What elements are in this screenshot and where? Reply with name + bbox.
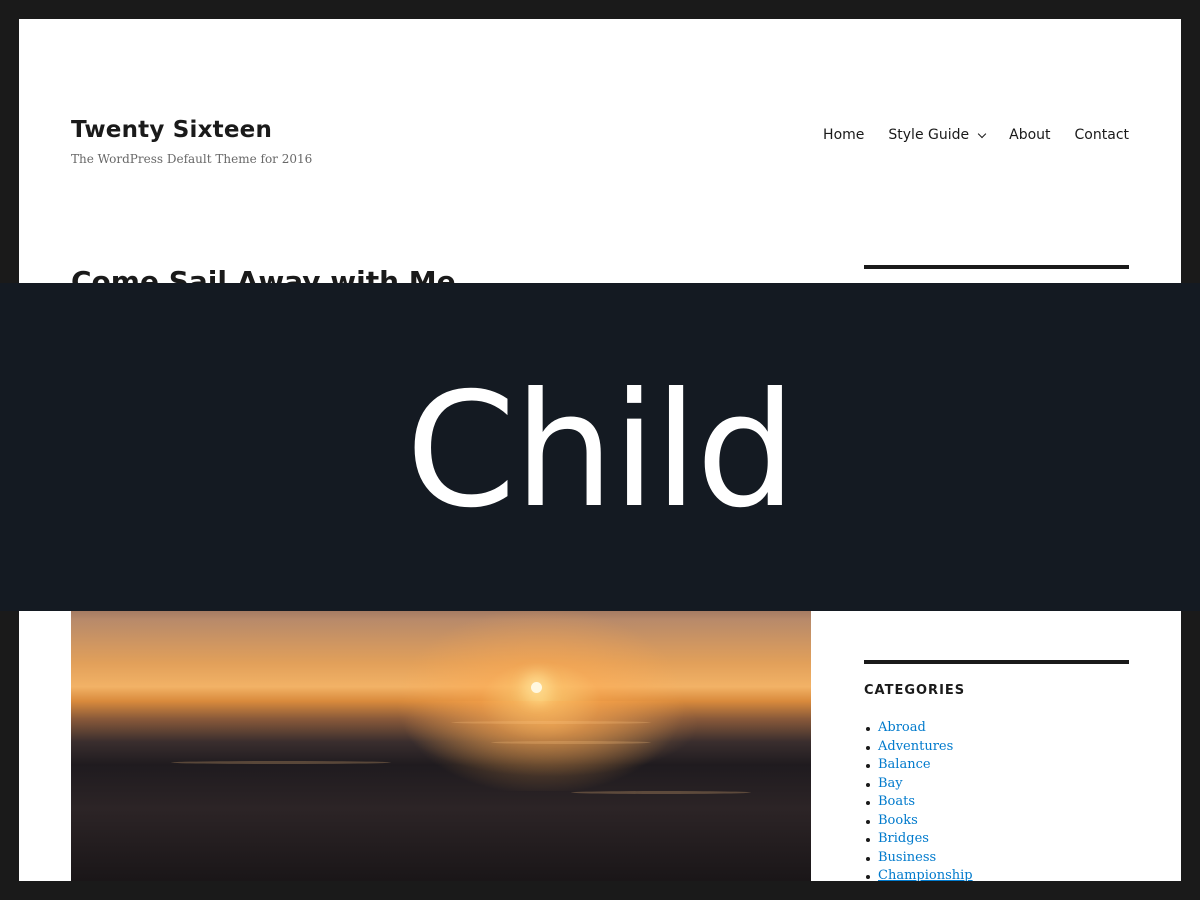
- list-item: Balance: [864, 756, 973, 775]
- nav-item-home[interactable]: Home: [823, 127, 864, 143]
- wave-highlight: [491, 741, 651, 744]
- wave-highlight: [571, 791, 751, 794]
- widget-divider: [864, 265, 1129, 269]
- category-link[interactable]: Books: [878, 813, 918, 828]
- list-item: Boats: [864, 793, 973, 812]
- main-navigation: Home Style Guide About Contact: [823, 127, 1129, 143]
- site-description: The WordPress Default Theme for 2016: [71, 152, 313, 166]
- banner-text: Child: [405, 359, 797, 543]
- list-item: Bridges: [864, 830, 973, 849]
- nav-item-label: Style Guide: [888, 127, 970, 143]
- featured-image[interactable]: [71, 591, 811, 881]
- site-title[interactable]: Twenty Sixteen: [71, 117, 272, 143]
- list-item: Abroad: [864, 719, 973, 738]
- list-item: Business: [864, 849, 973, 868]
- nav-item-style-guide[interactable]: Style Guide: [888, 127, 987, 143]
- nav-item-contact[interactable]: Contact: [1075, 127, 1129, 143]
- nav-item-about[interactable]: About: [1009, 127, 1050, 143]
- sun: [531, 682, 542, 693]
- categories-list: Abroad Adventures Balance Bay Boats Book…: [864, 719, 973, 881]
- wave-highlight: [171, 761, 391, 764]
- list-item: Books: [864, 812, 973, 831]
- widget-divider: [864, 660, 1129, 664]
- category-link[interactable]: Championship: [878, 868, 973, 881]
- category-link[interactable]: Abroad: [878, 720, 926, 735]
- category-link[interactable]: Bay: [878, 776, 903, 791]
- category-link[interactable]: Bridges: [878, 831, 929, 846]
- chevron-down-icon[interactable]: [977, 129, 987, 138]
- nav-item-label: Contact: [1074, 127, 1129, 143]
- category-link[interactable]: Business: [878, 850, 936, 865]
- category-link[interactable]: Adventures: [878, 739, 953, 754]
- nav-item-label: Home: [823, 127, 865, 143]
- overlay-banner: Child: [0, 283, 1200, 611]
- wave-highlight: [451, 721, 651, 724]
- category-link[interactable]: Balance: [878, 757, 931, 772]
- category-link[interactable]: Boats: [878, 794, 915, 809]
- list-item: Championship: [864, 867, 973, 881]
- nav-item-label: About: [1009, 127, 1051, 143]
- categories-widget-title: CATEGORIES: [864, 683, 966, 698]
- list-item: Adventures: [864, 738, 973, 757]
- list-item: Bay: [864, 775, 973, 794]
